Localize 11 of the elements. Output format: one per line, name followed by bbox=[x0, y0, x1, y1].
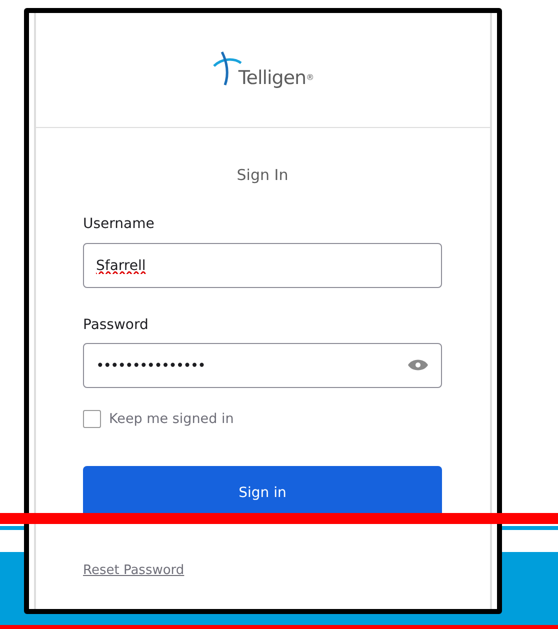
checkbox[interactable] bbox=[83, 410, 101, 428]
reset-password-link[interactable]: Reset Password bbox=[83, 563, 184, 578]
sign-in-button[interactable]: Sign in bbox=[83, 466, 442, 514]
username-field[interactable]: Sfarrell bbox=[83, 243, 442, 288]
field-label: Username bbox=[83, 215, 154, 234]
logo-text: Telligen$^{®}$ bbox=[238, 66, 314, 91]
form-title: Sign In bbox=[236, 165, 290, 185]
password-field[interactable]: ••••••••••••••• bbox=[83, 343, 442, 388]
checkbox-label: Keep me signed in bbox=[109, 410, 234, 429]
eye-icon[interactable] bbox=[408, 359, 428, 371]
field-label: Password bbox=[83, 316, 148, 335]
